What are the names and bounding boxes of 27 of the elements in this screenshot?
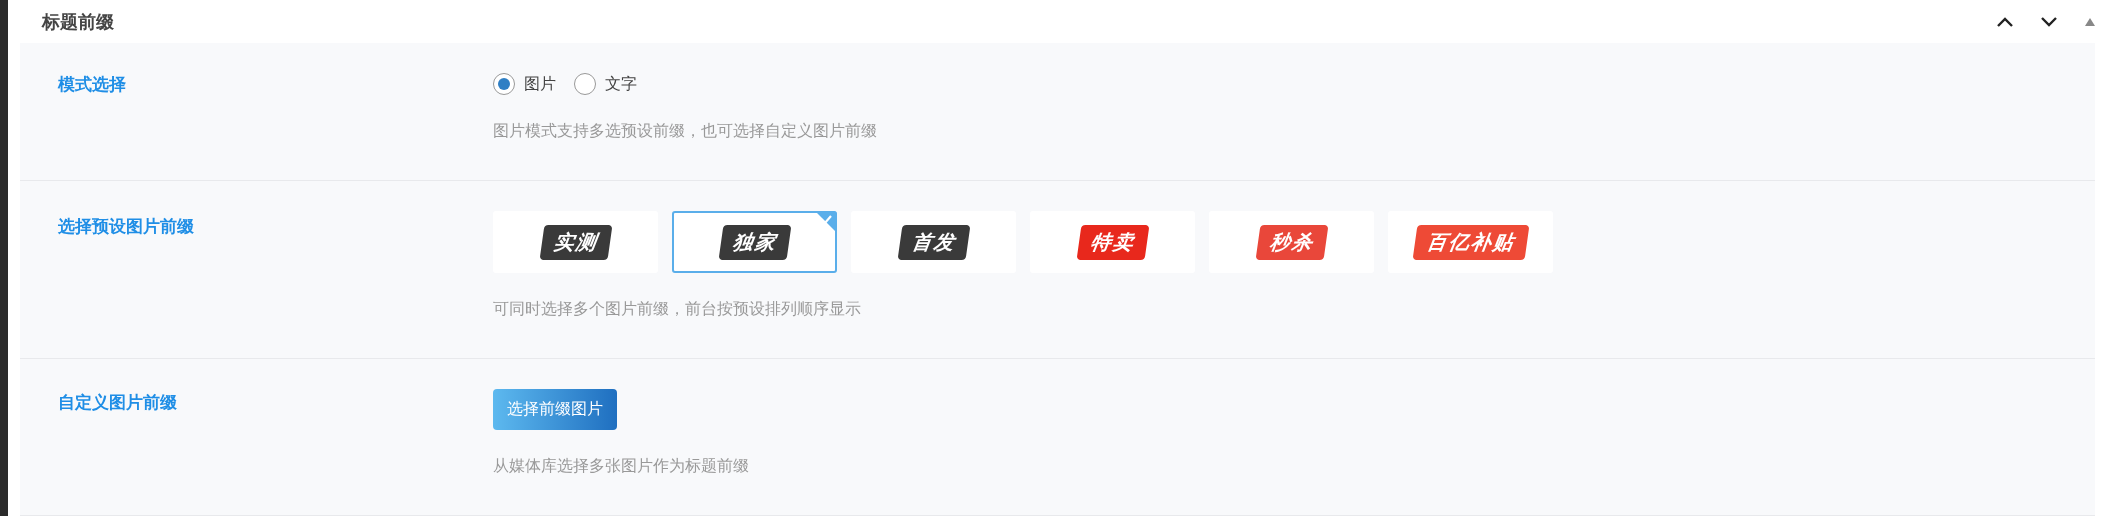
- prefix-badge: 特卖: [1076, 224, 1149, 260]
- field-label: 选择预设图片前缀: [57, 215, 195, 238]
- prefix-badge: 秒杀: [1255, 224, 1328, 260]
- prefix-badge: 百亿补贴: [1412, 224, 1529, 260]
- prefix-tile[interactable]: 百亿补贴: [1388, 211, 1553, 273]
- radio-button[interactable]: [574, 73, 596, 95]
- prefix-badge: 独家: [718, 224, 791, 260]
- prefix-tile[interactable]: 首发: [851, 211, 1016, 273]
- prefix-badge: 首发: [897, 224, 970, 260]
- move-down-icon[interactable]: [2040, 15, 2058, 28]
- prefix-tile[interactable]: 秒杀: [1209, 211, 1374, 273]
- radio-button[interactable]: [493, 73, 515, 95]
- radio-option[interactable]: 文字: [574, 73, 637, 95]
- collapse-icon[interactable]: [2084, 16, 2096, 27]
- move-up-icon[interactable]: [1996, 15, 2014, 28]
- prefix-badge: 实测: [539, 224, 612, 260]
- prefix-tile[interactable]: 特卖: [1030, 211, 1195, 273]
- field-label: 自定义图片前缀: [57, 391, 178, 414]
- panel-title: 标题前缀: [42, 9, 115, 34]
- prefix-tile[interactable]: 独家: [672, 211, 837, 273]
- field-hint: 从媒体库选择多张图片作为标题前缀: [493, 456, 749, 477]
- check-icon: [815, 211, 837, 233]
- field-label: 模式选择: [57, 73, 127, 96]
- prefix-tile[interactable]: 实测: [493, 211, 658, 273]
- radio-option[interactable]: 图片: [493, 73, 556, 95]
- field-hint: 可同时选择多个图片前缀，前台按预设排列顺序显示: [493, 299, 862, 320]
- field-hint: 图片模式支持多选预设前缀，也可选择自定义图片前缀: [493, 121, 877, 142]
